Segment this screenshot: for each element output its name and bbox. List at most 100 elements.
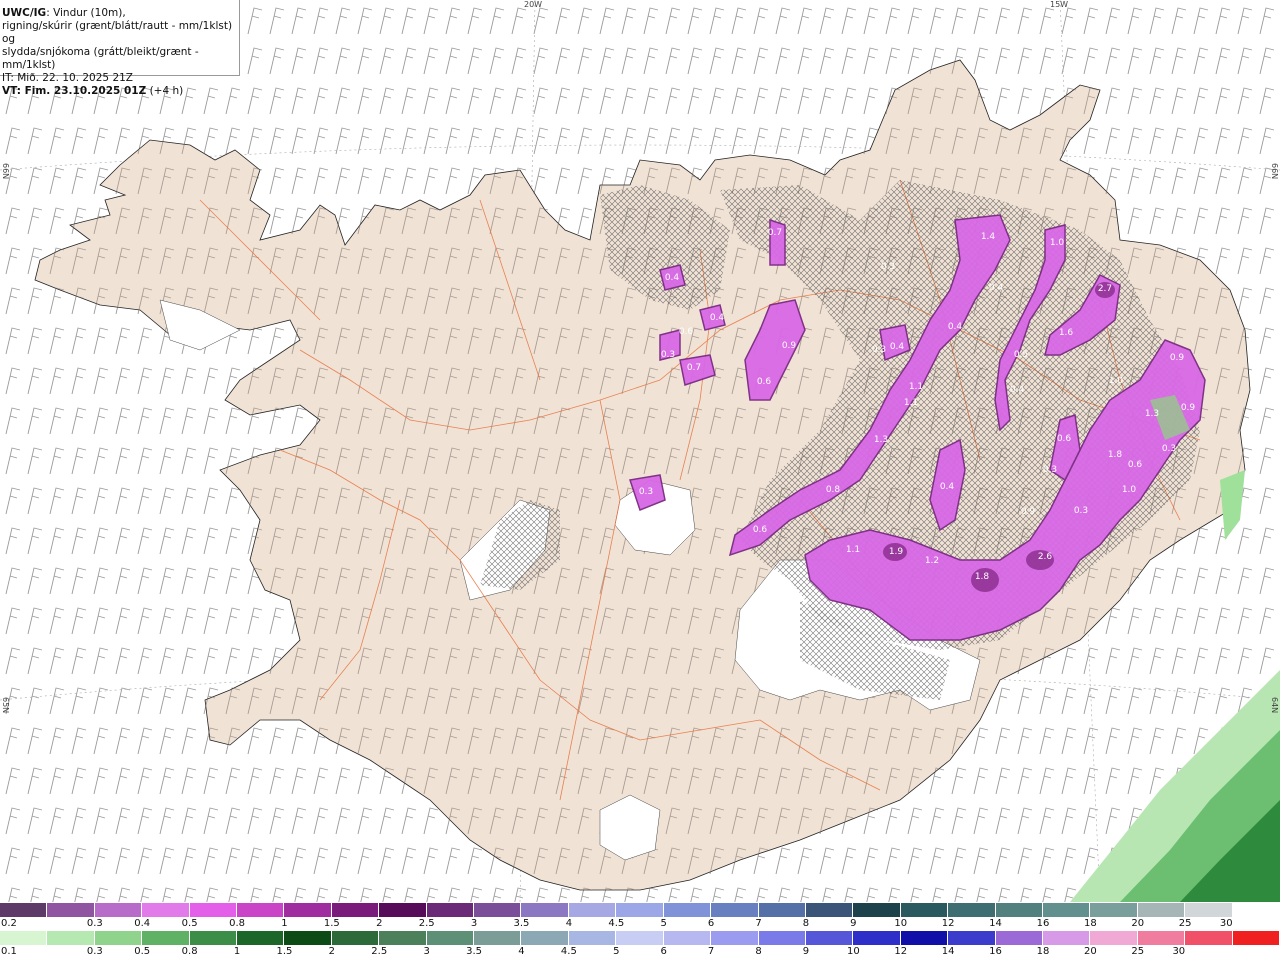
colorbar-cell	[237, 931, 285, 945]
colorbar-tick-label: 1	[233, 946, 241, 957]
colorbar-cell	[379, 903, 427, 917]
model-name: UWC/IG	[2, 7, 47, 19]
precip-value-label: 1.8	[974, 572, 990, 582]
colorbar-tick-label: 10	[894, 918, 908, 929]
precip-value-label: 0.6	[1056, 434, 1072, 444]
colorbar-cell	[568, 931, 617, 945]
colorbar-cell	[94, 931, 143, 945]
colorbar-tick-label: 16	[1036, 918, 1050, 929]
precip-value-label: 1.0	[1049, 238, 1065, 248]
precip-value-label: 1.1	[903, 398, 919, 408]
precip-value-label: 0.7	[767, 228, 783, 238]
colorbar-cell	[189, 931, 238, 945]
info-line-2: rigning/skúrir (grænt/blátt/rautt - mm/1…	[2, 20, 233, 45]
lat-label-65n-left: 65N	[1, 697, 10, 714]
colorbar-cell	[663, 931, 712, 945]
lon-label-15w: 15W	[1050, 0, 1069, 9]
colorbar-tick-label: 9	[802, 946, 810, 957]
precip-value-label: 0.4	[664, 273, 680, 283]
precip-value-label: 1.0	[1108, 376, 1124, 386]
lat-label-66n-left: 66N	[1, 163, 10, 180]
precip-value-label: 1.8	[1107, 450, 1123, 460]
colorbar-tick-label: 0.8	[229, 918, 245, 929]
colorbar-cell	[568, 903, 617, 917]
colorbar-rain-ticks: 0.1 0.3 0.5 0.8 1 1.5 2 2.5 3 3.5 4 4.5 5 6 7 8 9 10 12 14 1…	[0, 946, 1280, 958]
precip-value-label: 2.6	[1037, 552, 1053, 562]
colorbar-tick-label: 30	[1172, 946, 1186, 957]
colorbar-tick-label: 25	[1178, 918, 1192, 929]
precip-value-label: 1.1	[908, 382, 924, 392]
init-time: IT: Mið. 22. 10. 2025 21Z	[2, 72, 133, 84]
weather-map	[0, 0, 1280, 902]
colorbar-tick-label: 0.1	[1, 946, 17, 957]
colorbar-cell	[616, 903, 664, 917]
colorbar-cell	[900, 903, 949, 917]
colorbar-tick-label: 18	[1083, 918, 1097, 929]
colorbar-cell	[237, 903, 285, 917]
precip-value-label: 0.9	[1020, 507, 1036, 517]
precip-value-label: 0.6	[1127, 460, 1143, 470]
colorbar-tick-label: 16	[989, 946, 1002, 957]
colorbar-tick-label: 20	[1131, 918, 1145, 929]
colorbar-cell	[995, 903, 1043, 917]
precip-value-label: 1.1	[845, 545, 861, 555]
colorbar-tick-label: 1.5	[323, 918, 340, 929]
colorbar-cell	[1185, 903, 1233, 917]
colorbar-tick-label: 0.3	[86, 946, 103, 957]
colorbar-cell	[284, 931, 332, 945]
colorbar-cell	[805, 903, 854, 917]
colorbar-cell	[379, 931, 427, 945]
colorbar-tick-label: 2.5	[418, 918, 435, 929]
colorbar-tick-label: 30	[1219, 918, 1233, 929]
precip-value-label: 0.3	[1042, 465, 1058, 475]
precip-value-label: 0.8	[825, 485, 841, 495]
colorbar-rain	[0, 931, 1280, 945]
precip-value-label: 1.4	[980, 232, 996, 242]
colorbar-tick-label: 8	[755, 946, 762, 957]
colorbar-tick-label: 12	[894, 946, 908, 957]
lat-label-66n-right: 66N	[1270, 163, 1279, 180]
colorbar-tick-label: 10	[846, 946, 860, 957]
colorbar-tick-label: 7	[755, 918, 762, 929]
colorbar-snow	[0, 903, 1280, 917]
colorbar-tick-label: 0.4	[134, 918, 151, 929]
precip-value-label: 0.6	[752, 525, 768, 535]
precip-value-label: 1.2	[924, 556, 940, 566]
colorbar-cell	[1042, 931, 1091, 945]
colorbar-cell	[426, 903, 475, 917]
colorbar-tick-label: 1.5	[276, 946, 293, 957]
colorbar-cell	[331, 903, 380, 917]
colorbar-cell	[805, 931, 854, 945]
colorbar-tick-label: 6	[707, 918, 715, 929]
colorbar-cell	[1042, 903, 1091, 917]
colorbar-cell	[948, 931, 996, 945]
map-info-box: UWC/IG: Vindur (10m), rigning/skúrir (gr…	[0, 0, 240, 97]
precip-value-label: 0.3	[1073, 506, 1089, 516]
precip-value-label: 0.4	[709, 313, 725, 323]
colorbar-cell	[758, 903, 806, 917]
precip-value-label: 2.7	[1097, 284, 1113, 294]
colorbar-tick-label: 12	[941, 918, 955, 929]
colorbar-tick-label: 0.5	[134, 946, 151, 957]
colorbar-tick-label: 6	[660, 946, 667, 957]
precip-value-label: 0.3	[871, 345, 887, 355]
colorbar-tick-label: 25	[1131, 946, 1145, 957]
colorbar-cell	[331, 931, 380, 945]
precip-value-label: 0.9	[1169, 353, 1185, 363]
precip-value-label: 0.6	[678, 327, 694, 337]
colorbar-cell	[711, 903, 759, 917]
colorbar-tick-label: 9	[850, 918, 857, 929]
colorbar-cell	[47, 903, 95, 917]
precip-value-label: 0.4	[889, 342, 905, 352]
colorbar-cell	[94, 903, 143, 917]
colorbar-cell	[189, 903, 238, 917]
precip-value-label: 1.0	[1121, 485, 1137, 495]
colorbar-cell	[853, 931, 901, 945]
colorbar-tick-label: 3.5	[513, 918, 530, 929]
colorbar-cell	[0, 931, 48, 945]
colorbar-cell	[711, 931, 759, 945]
colorbar-tick-label: 20	[1083, 946, 1097, 957]
colorbar-cell	[995, 931, 1043, 945]
colorbar-tick-label: 4	[565, 918, 573, 929]
colorbar-tick-label: 0.5	[181, 918, 198, 929]
